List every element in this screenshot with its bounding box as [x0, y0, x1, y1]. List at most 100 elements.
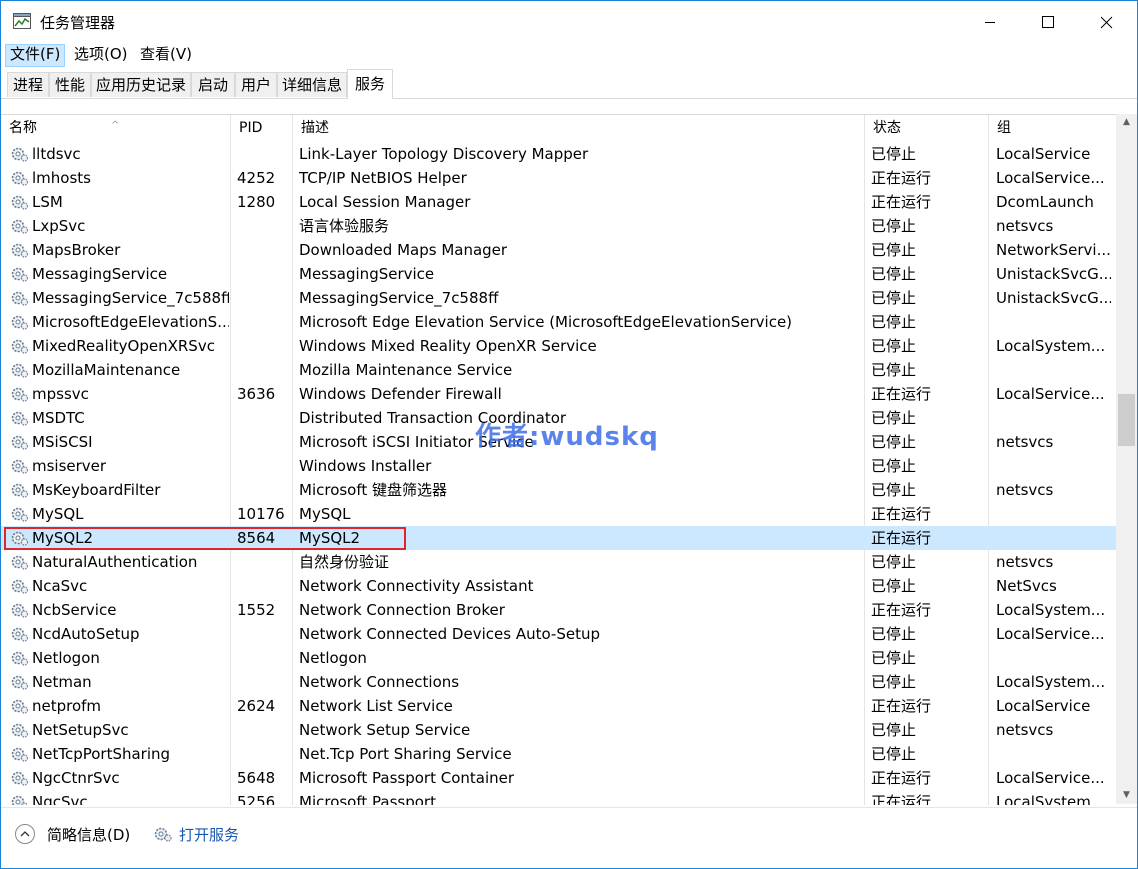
- table-row[interactable]: MessagingService_7c588ff MessagingService…: [1, 286, 1116, 310]
- close-button[interactable]: [1077, 1, 1135, 43]
- table-row[interactable]: msiserver Windows Installer 已停止: [1, 454, 1116, 478]
- service-pid: [237, 550, 291, 574]
- table-row[interactable]: Netlogon Netlogon 已停止: [1, 646, 1116, 670]
- table-row[interactable]: NgcSvc 5256 Microsoft Passport 正在运行 LocalSys…: [1, 790, 1116, 805]
- service-group: [996, 526, 1111, 550]
- table-row[interactable]: MozillaMaintenance Mozilla Maintenance Se…: [1, 358, 1116, 382]
- service-gear-icon: [11, 339, 29, 354]
- header-status[interactable]: 状态: [865, 115, 989, 142]
- table-row[interactable]: NaturalAuthentication 自然身份验证 已停止 netsvcs: [1, 550, 1116, 574]
- menu-view[interactable]: 查看(V): [136, 44, 196, 65]
- service-group: DcomLaunch: [996, 193, 1094, 211]
- tab-services[interactable]: 服务: [347, 69, 393, 99]
- fewer-details-toggle[interactable]: [15, 824, 35, 844]
- service-name: NcaSvc: [32, 577, 88, 595]
- table-row[interactable]: NetTcpPortSharing Net.Tcp Port Sharing Se…: [1, 742, 1116, 766]
- menu-bar: 文件(F) 选项(O) 查看(V): [1, 43, 1137, 67]
- service-pid: [237, 574, 291, 598]
- service-gear-icon: [11, 243, 29, 258]
- service-name: MSiSCSI: [32, 433, 93, 451]
- service-status: 正在运行: [871, 697, 932, 715]
- service-description: 语言体验服务: [299, 217, 390, 235]
- menu-file[interactable]: 文件(F): [5, 44, 66, 67]
- service-description: Network Connectivity Assistant: [299, 577, 534, 595]
- service-status: 已停止: [871, 361, 917, 379]
- tab-details[interactable]: 详细信息: [277, 72, 347, 97]
- table-row[interactable]: lmhosts 4252 TCP/IP NetBIOS Helper 正在运行 Loca…: [1, 166, 1116, 190]
- table-row[interactable]: NcbService 1552 Network Connection Broker 正…: [1, 598, 1116, 622]
- scroll-down-button[interactable]: ▼: [1116, 787, 1137, 804]
- chevron-up-icon: [20, 831, 30, 837]
- service-group: [996, 454, 1111, 478]
- scroll-up-button[interactable]: ▲: [1116, 114, 1137, 131]
- header-pid[interactable]: PID: [231, 115, 293, 142]
- service-gear-icon: [11, 147, 29, 162]
- service-pid: 5256: [237, 793, 276, 805]
- service-group: [996, 358, 1111, 382]
- service-name: MicrosoftEdgeElevationS...: [32, 313, 229, 331]
- table-header: 名称 ^ PID 描述 状态 组: [1, 115, 1116, 142]
- table-row[interactable]: NgcCtnrSvc 5648 Microsoft Passport Contain…: [1, 766, 1116, 790]
- service-status: 已停止: [871, 649, 917, 667]
- tab-processes[interactable]: 进程: [7, 72, 49, 97]
- tab-app-history[interactable]: 应用历史记录: [91, 72, 191, 97]
- service-group: LocalSystem...: [996, 601, 1106, 619]
- tab-users[interactable]: 用户: [235, 72, 277, 97]
- menu-options[interactable]: 选项(O): [70, 44, 132, 65]
- service-name: lltdsvc: [32, 145, 81, 163]
- service-gear-icon: [11, 699, 29, 714]
- table-row[interactable]: NcaSvc Network Connectivity Assistant 已停止 N…: [1, 574, 1116, 598]
- service-group: LocalService: [996, 145, 1091, 163]
- open-services-link[interactable]: 打开服务: [179, 824, 239, 845]
- service-name: NetTcpPortSharing: [32, 745, 171, 763]
- service-description: Network Connected Devices Auto-Setup: [299, 625, 600, 643]
- table-row[interactable]: NcdAutoSetup Network Connected Devices Au…: [1, 622, 1116, 646]
- header-group[interactable]: 组: [989, 115, 1116, 142]
- table-row[interactable]: mpssvc 3636 Windows Defender Firewall 正在运行 L…: [1, 382, 1116, 406]
- header-description-label: 描述: [301, 120, 329, 136]
- menu-view-label: 查看(V): [140, 45, 192, 63]
- table-row[interactable]: Netman Network Connections 已停止 LocalSystem.…: [1, 670, 1116, 694]
- service-description: Microsoft Edge Elevation Service (Micros…: [299, 313, 793, 331]
- service-status: 已停止: [871, 625, 917, 643]
- table-row[interactable]: lltdsvc Link-Layer Topology Discovery Map…: [1, 142, 1116, 166]
- table-row[interactable]: netprofm 2624 Network List Service 正在运行 Loca…: [1, 694, 1116, 718]
- table-row[interactable]: MixedRealityOpenXRSvc Windows Mixed Reali…: [1, 334, 1116, 358]
- service-status: 已停止: [871, 721, 917, 739]
- header-group-label: 组: [997, 120, 1011, 136]
- vertical-scrollbar[interactable]: ▲ ▼: [1116, 114, 1137, 804]
- services-gear-icon: [154, 827, 172, 842]
- table-row[interactable]: LSM 1280 Local Session Manager 正在运行 DcomLaun…: [1, 190, 1116, 214]
- minimize-button[interactable]: [961, 1, 1019, 43]
- footer: 简略信息(D) 打开服务: [1, 807, 1137, 868]
- service-name: MozillaMaintenance: [32, 361, 181, 379]
- service-status: 正在运行: [871, 505, 932, 523]
- service-pid: [237, 214, 291, 238]
- tab-startup[interactable]: 启动: [191, 72, 235, 97]
- service-status: 已停止: [871, 577, 917, 595]
- scroll-thumb[interactable]: [1118, 394, 1135, 446]
- table-row[interactable]: MySQL 10176 MySQL 正在运行: [1, 502, 1116, 526]
- table-row[interactable]: MsKeyboardFilter Microsoft 键盘筛选器 已停止 netsvc…: [1, 478, 1116, 502]
- table-row[interactable]: MessagingService MessagingService 已停止 Unist…: [1, 262, 1116, 286]
- service-gear-icon: [11, 579, 29, 594]
- service-pid: 1552: [237, 601, 276, 619]
- table-row[interactable]: LxpSvc 语言体验服务 已停止 netsvcs: [1, 214, 1116, 238]
- maximize-icon: [1042, 16, 1054, 28]
- table-row[interactable]: MicrosoftEdgeElevationS... Microsoft Edge…: [1, 310, 1116, 334]
- service-name: MixedRealityOpenXRSvc: [32, 337, 215, 355]
- maximize-button[interactable]: [1019, 1, 1077, 43]
- service-group: [996, 502, 1111, 526]
- tab-performance[interactable]: 性能: [49, 72, 91, 97]
- service-group: LocalService...: [996, 769, 1105, 787]
- sort-ascending-icon: ^: [111, 120, 120, 131]
- header-description[interactable]: 描述: [293, 115, 865, 142]
- table-row[interactable]: NetSetupSvc Network Setup Service 已停止 netsv…: [1, 718, 1116, 742]
- service-gear-icon: [11, 411, 29, 426]
- title-bar[interactable]: 任务管理器: [1, 1, 1137, 43]
- fewer-details-label[interactable]: 简略信息(D): [47, 824, 130, 845]
- header-name[interactable]: 名称 ^: [1, 115, 231, 142]
- menu-options-label: 选项(O): [74, 45, 128, 63]
- service-name: Netlogon: [32, 649, 100, 667]
- table-row[interactable]: MapsBroker Downloaded Maps Manager 已停止 Netw…: [1, 238, 1116, 262]
